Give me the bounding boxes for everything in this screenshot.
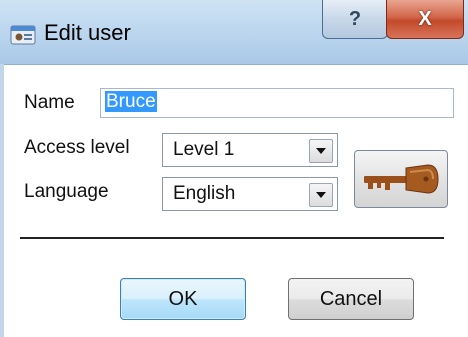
title-bar[interactable]: Edit user ? X	[0, 0, 468, 65]
name-label: Name	[24, 92, 75, 113]
key-button[interactable]	[354, 150, 448, 208]
access-level-value: Level 1	[173, 139, 235, 160]
access-level-select[interactable]: Level 1	[162, 133, 338, 167]
cancel-button[interactable]: Cancel	[288, 278, 414, 320]
help-button[interactable]: ?	[322, 0, 388, 39]
ok-button[interactable]: OK	[120, 278, 246, 320]
language-select[interactable]: English	[162, 177, 338, 211]
name-input[interactable]: Bruce	[100, 88, 454, 118]
window-title: Edit user	[44, 20, 131, 45]
separator-line	[20, 237, 444, 239]
chevron-down-icon[interactable]	[309, 183, 333, 207]
language-label: Language	[24, 181, 109, 202]
name-input-value: Bruce	[105, 91, 157, 112]
access-level-label: Access level	[24, 137, 130, 158]
user-card-icon	[10, 25, 36, 45]
close-button[interactable]: X	[386, 0, 464, 39]
key-icon	[364, 164, 439, 194]
language-value: English	[173, 183, 236, 204]
dialog-body: Name Bruce Access level Level 1 Language…	[0, 65, 468, 337]
chevron-down-icon[interactable]	[309, 139, 333, 163]
